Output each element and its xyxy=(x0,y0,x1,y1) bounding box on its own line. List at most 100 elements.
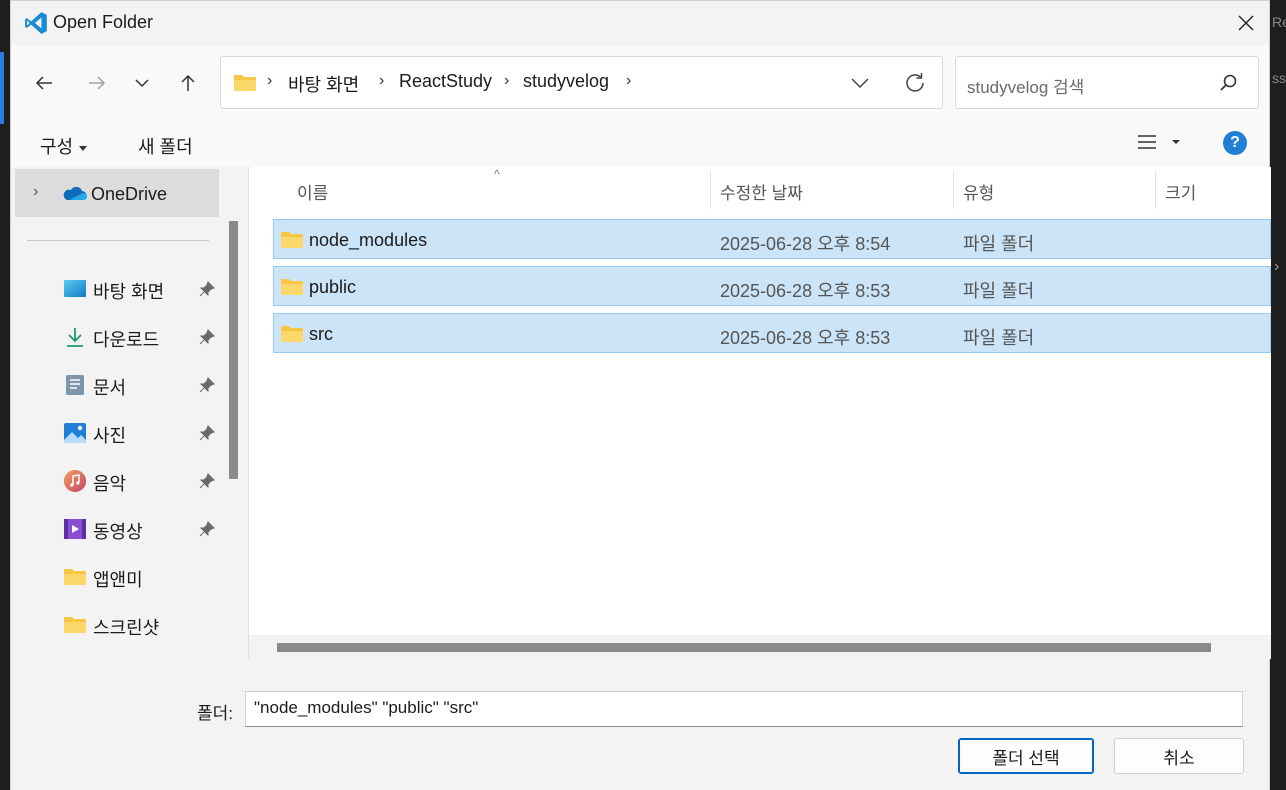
pin-icon xyxy=(199,377,215,393)
horizontal-scrollbar-thumb[interactable] xyxy=(277,643,1211,652)
breadcrumb-separator: › xyxy=(504,72,510,89)
sidebar-item-pictures[interactable]: 사진 xyxy=(11,411,221,455)
file-type: 파일 폴더 xyxy=(963,234,1035,254)
up-button[interactable] xyxy=(170,65,206,101)
column-header-date[interactable]: 수정한 날짜 xyxy=(720,167,803,211)
select-folder-button[interactable]: 폴더 선택 xyxy=(958,738,1094,774)
refresh-icon[interactable] xyxy=(902,70,928,96)
breadcrumb-separator: › xyxy=(626,72,632,89)
folder-name-input[interactable]: "node_modules" "public" "src" xyxy=(245,691,1243,727)
address-row: › 바탕 화면 › ReactStudy › studyvelog › stud… xyxy=(11,45,1269,119)
arrow-left-icon xyxy=(35,76,52,90)
recent-locations-button[interactable] xyxy=(124,65,160,101)
folder-icon xyxy=(281,326,303,342)
search-input[interactable]: studyvelog 검색 xyxy=(967,73,1084,98)
sidebar-item-desktop[interactable]: 바탕 화면 xyxy=(11,267,221,311)
column-header-type[interactable]: 유형 xyxy=(963,167,994,211)
address-bar[interactable]: › 바탕 화면 › ReactStudy › studyvelog › xyxy=(220,56,943,109)
column-separator[interactable] xyxy=(953,171,954,209)
title-bar: Open Folder xyxy=(11,1,1269,45)
pin-icon xyxy=(199,473,215,489)
chevron-down-icon[interactable] xyxy=(848,71,872,95)
sort-ascending-icon: ^ xyxy=(494,167,500,181)
file-row[interactable]: public 2025-06-28 오후 8:53 파일 폴더 xyxy=(273,266,1271,306)
video-icon xyxy=(64,519,86,539)
background-editor-right: Rea ss › xyxy=(1270,0,1286,790)
breadcrumb-item[interactable]: 바탕 화면 xyxy=(288,71,359,97)
sidebar-item-label: 앱앤미 xyxy=(93,570,143,590)
background-text: Rea xyxy=(1272,14,1286,30)
folder-label: 폴더: xyxy=(197,704,234,723)
desktop-icon xyxy=(64,280,86,297)
file-type: 파일 폴더 xyxy=(963,281,1035,301)
sidebar-item-music[interactable]: 음악 xyxy=(11,459,221,503)
sidebar-item-documents[interactable]: 문서 xyxy=(11,363,221,407)
arrow-up-icon xyxy=(181,74,195,91)
sidebar-item-appnme[interactable]: 앱앤미 xyxy=(11,555,221,599)
window-title: Open Folder xyxy=(53,12,154,32)
help-button[interactable]: ? xyxy=(1223,131,1247,155)
organize-button[interactable]: 구성 xyxy=(40,133,88,159)
sidebar-item-label: 사진 xyxy=(93,426,127,446)
breadcrumb-item[interactable]: studyvelog xyxy=(523,71,609,92)
sidebar-item-label: 스크린샷 xyxy=(93,618,160,638)
file-row[interactable]: node_modules 2025-06-28 오후 8:54 파일 폴더 xyxy=(273,219,1271,259)
column-header-name[interactable]: 이름 xyxy=(297,167,328,211)
sidebar-item-label: 음악 xyxy=(93,474,127,494)
background-text: ss xyxy=(1272,70,1286,86)
pin-icon xyxy=(199,521,215,537)
column-separator[interactable] xyxy=(1155,171,1156,209)
breadcrumb-item[interactable]: ReactStudy xyxy=(399,71,492,92)
list-view-icon xyxy=(1138,135,1180,149)
folder-icon xyxy=(234,75,256,91)
divider xyxy=(27,240,209,241)
chevron-down-icon xyxy=(135,79,149,88)
pin-icon xyxy=(199,329,215,345)
file-date: 2025-06-28 오후 8:54 xyxy=(720,234,891,254)
chevron-right-icon: › xyxy=(1274,258,1280,275)
footer: 폴더: "node_modules" "public" "src" 폴더 선택 … xyxy=(11,659,1269,790)
folder-icon xyxy=(64,617,86,633)
back-button[interactable] xyxy=(26,65,62,101)
sidebar-item-label: 바탕 화면 xyxy=(93,282,165,302)
sidebar-item-label: 다운로드 xyxy=(93,330,160,350)
file-date: 2025-06-28 오후 8:53 xyxy=(720,328,891,348)
caret-down-icon xyxy=(79,145,88,151)
new-folder-button[interactable]: 새 폴더 xyxy=(138,133,193,159)
close-icon xyxy=(1238,15,1254,31)
view-options-button[interactable] xyxy=(1137,133,1185,158)
file-row[interactable]: src 2025-06-28 오후 8:53 파일 폴더 xyxy=(273,313,1271,353)
nav-scrollbar-thumb[interactable] xyxy=(229,221,238,479)
column-header-size[interactable]: 크기 xyxy=(1165,167,1196,211)
chevron-right-icon: › xyxy=(33,183,39,200)
forward-button[interactable] xyxy=(79,65,115,101)
folder-icon xyxy=(281,232,303,248)
column-separator[interactable] xyxy=(710,171,711,209)
sidebar-item-screenshots[interactable]: 스크린샷 xyxy=(11,603,221,647)
activity-accent xyxy=(0,52,4,124)
sidebar-item-onedrive[interactable]: › OneDrive xyxy=(15,169,219,217)
sidebar-item-videos[interactable]: 동영상 xyxy=(11,507,221,551)
breadcrumb-separator: › xyxy=(379,72,385,89)
pin-icon xyxy=(199,281,215,297)
search-icon xyxy=(1220,74,1237,91)
navigation-pane: › OneDrive 바탕 화면 다운로드 문서 사진 음악 동영상 앱앤미 스… xyxy=(11,167,248,659)
music-icon xyxy=(64,470,86,492)
breadcrumb-separator: › xyxy=(267,72,273,89)
folder-icon xyxy=(281,279,303,295)
sidebar-item-label: OneDrive xyxy=(91,184,168,204)
sidebar-item-label: 동영상 xyxy=(93,522,143,542)
file-name: public xyxy=(309,277,357,297)
sidebar-item-label: 문서 xyxy=(93,378,127,398)
cancel-button[interactable]: 취소 xyxy=(1114,738,1244,774)
picture-icon xyxy=(64,423,86,443)
arrow-right-icon xyxy=(89,76,106,90)
file-type: 파일 폴더 xyxy=(963,328,1035,348)
onedrive-cloud-icon xyxy=(63,186,87,200)
close-button[interactable] xyxy=(1223,1,1269,45)
file-name: node_modules xyxy=(309,230,428,250)
sidebar-item-downloads[interactable]: 다운로드 xyxy=(11,315,221,359)
search-box[interactable]: studyvelog 검색 xyxy=(955,56,1259,109)
background-editor-left xyxy=(0,0,10,790)
vscode-icon xyxy=(25,12,47,34)
